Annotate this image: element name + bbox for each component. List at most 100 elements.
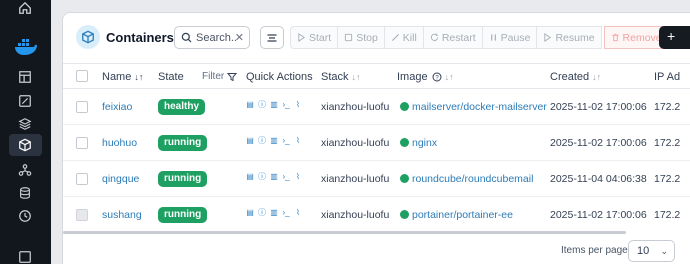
container-name-link[interactable]: sushang bbox=[102, 209, 142, 221]
table-row[interactable]: sushang running ▤ ⓘ ▥ ›_ ⌇ xianzhou-luofu po… bbox=[63, 197, 690, 233]
column-settings-button[interactable] bbox=[260, 26, 284, 49]
status-badge: running bbox=[158, 135, 208, 151]
pause-icon bbox=[490, 34, 496, 41]
image-link[interactable]: nginx bbox=[412, 137, 437, 149]
search-input[interactable]: Search.. ✕ bbox=[174, 26, 250, 49]
ip-address: 172.2 bbox=[654, 101, 681, 113]
sidebar bbox=[0, 0, 51, 264]
edit-icon[interactable] bbox=[17, 93, 33, 109]
kill-button[interactable]: Kill bbox=[384, 26, 424, 49]
created-date: 2025-11-04 04:06:38 bbox=[550, 173, 647, 185]
state-filter-button[interactable]: Filter bbox=[202, 71, 238, 82]
column-state-label: State bbox=[158, 71, 184, 83]
start-button[interactable]: Start bbox=[290, 26, 339, 49]
add-label: + bbox=[667, 28, 676, 44]
clear-search-icon[interactable]: ✕ bbox=[235, 31, 244, 44]
column-quick-actions: Quick Actions bbox=[246, 71, 313, 83]
logs-icon[interactable]: ▤ bbox=[246, 135, 254, 145]
column-created-label: Created bbox=[550, 71, 590, 83]
database-icon[interactable] bbox=[17, 185, 33, 201]
container-name-link[interactable]: qingque bbox=[102, 173, 139, 185]
quick-actions: ▤ ⓘ ▥ ›_ ⌇ bbox=[246, 207, 302, 217]
registry-icon[interactable] bbox=[17, 249, 33, 264]
inspect-icon[interactable]: ⓘ bbox=[258, 207, 266, 217]
stats-icon[interactable]: ▥ bbox=[270, 171, 278, 181]
sort-desc-icon: ↓↑ bbox=[134, 72, 144, 82]
image-link[interactable]: roundcube/roundcubemail bbox=[412, 173, 533, 185]
column-image-label: Image bbox=[397, 71, 428, 83]
column-quick-actions-label: Quick Actions bbox=[246, 71, 313, 83]
image-link[interactable]: mailserver/docker-mailserver bbox=[412, 101, 547, 113]
restart-button[interactable]: Restart bbox=[423, 26, 483, 49]
row-checkbox[interactable] bbox=[76, 173, 88, 185]
inspect-icon[interactable]: ⓘ bbox=[258, 99, 266, 109]
resume-button[interactable]: Resume bbox=[537, 26, 602, 49]
container-name-link[interactable]: huohuo bbox=[102, 137, 137, 149]
help-icon[interactable]: ? bbox=[432, 72, 442, 82]
column-created[interactable]: Created ↓↑ bbox=[550, 71, 601, 83]
column-ip[interactable]: IP Ad bbox=[654, 71, 680, 83]
column-image[interactable]: Image ? ↓↑ bbox=[397, 71, 454, 83]
attach-icon[interactable]: ⌇ bbox=[294, 135, 302, 145]
column-state[interactable]: State bbox=[158, 71, 184, 83]
play-icon bbox=[544, 33, 552, 42]
stats-icon[interactable]: ▥ bbox=[270, 207, 278, 217]
sort-icon: ↓↑ bbox=[351, 72, 361, 82]
logs-icon[interactable]: ▤ bbox=[246, 171, 254, 181]
table-header: Name ↓↑ State Filter Quick Actions Stack ↓… bbox=[63, 63, 690, 89]
inspect-icon[interactable]: ⓘ bbox=[258, 171, 266, 181]
table-row[interactable]: qingque running ▤ ⓘ ▥ ›_ ⌇ xianzhou-luofu ro… bbox=[63, 161, 690, 197]
column-stack[interactable]: Stack ↓↑ bbox=[321, 71, 361, 83]
items-per-page-label: Items per page bbox=[561, 245, 628, 256]
logs-icon[interactable]: ▤ bbox=[246, 99, 254, 109]
attach-icon[interactable]: ⌇ bbox=[294, 99, 302, 109]
console-icon[interactable]: ›_ bbox=[282, 99, 290, 109]
image-status-icon bbox=[400, 138, 409, 147]
items-per-page-select[interactable]: 10 ⌄ bbox=[628, 240, 675, 262]
created-date: 2025-11-02 17:00:06 bbox=[550, 209, 647, 221]
select-all-checkbox[interactable] bbox=[76, 70, 88, 82]
image-link[interactable]: portainer/portainer-ee bbox=[412, 209, 513, 221]
horizontal-scrollbar[interactable] bbox=[63, 231, 626, 234]
table-row[interactable]: feixiao healthy ▤ ⓘ ▥ ›_ ⌇ xianzhou-luofu ma… bbox=[63, 89, 690, 125]
container-name-link[interactable]: feixiao bbox=[102, 101, 132, 113]
network-icon[interactable] bbox=[17, 162, 33, 178]
row-checkbox[interactable] bbox=[76, 101, 88, 113]
container-icon[interactable] bbox=[17, 137, 33, 153]
row-checkbox[interactable] bbox=[76, 137, 88, 149]
add-container-button[interactable]: + bbox=[659, 26, 690, 49]
logs-icon[interactable]: ▤ bbox=[246, 207, 254, 217]
layers-icon[interactable] bbox=[17, 116, 33, 132]
stats-icon[interactable]: ▥ bbox=[270, 99, 278, 109]
column-name[interactable]: Name ↓↑ bbox=[102, 71, 143, 83]
containers-panel: Containers Search.. ✕ Start Stop Kill Re… bbox=[62, 12, 690, 264]
home-icon[interactable] bbox=[17, 0, 33, 16]
attach-icon[interactable]: ⌇ bbox=[294, 171, 302, 181]
console-icon[interactable]: ›_ bbox=[282, 171, 290, 181]
row-checkbox[interactable] bbox=[76, 209, 88, 221]
inspect-icon[interactable]: ⓘ bbox=[258, 135, 266, 145]
table-row[interactable]: huohuo running ▤ ⓘ ▥ ›_ ⌇ xianzhou-luofu ngi… bbox=[63, 125, 690, 161]
pause-label: Pause bbox=[500, 31, 531, 44]
search-placeholder: Search.. bbox=[196, 31, 237, 44]
console-icon[interactable]: ›_ bbox=[282, 207, 290, 217]
dashboard-icon[interactable] bbox=[17, 69, 33, 85]
clock-icon[interactable] bbox=[17, 208, 33, 224]
stop-button[interactable]: Stop bbox=[338, 26, 385, 49]
stop-icon bbox=[345, 33, 353, 42]
slash-icon bbox=[391, 33, 399, 42]
start-label: Start bbox=[309, 31, 332, 44]
stop-label: Stop bbox=[356, 31, 378, 44]
docker-logo[interactable] bbox=[9, 34, 42, 60]
column-stack-label: Stack bbox=[321, 71, 349, 83]
container-actions-toolbar: Start Stop Kill Restart Pause Resume Rem… bbox=[290, 26, 669, 49]
status-badge: healthy bbox=[158, 99, 206, 115]
status-badge: running bbox=[158, 207, 208, 223]
attach-icon[interactable]: ⌇ bbox=[294, 207, 302, 217]
container-icon bbox=[76, 25, 100, 49]
console-icon[interactable]: ›_ bbox=[282, 135, 290, 145]
stats-icon[interactable]: ▥ bbox=[270, 135, 278, 145]
ip-address: 172.2 bbox=[654, 209, 681, 221]
filter-icon bbox=[227, 72, 238, 81]
pause-button[interactable]: Pause bbox=[482, 26, 538, 49]
